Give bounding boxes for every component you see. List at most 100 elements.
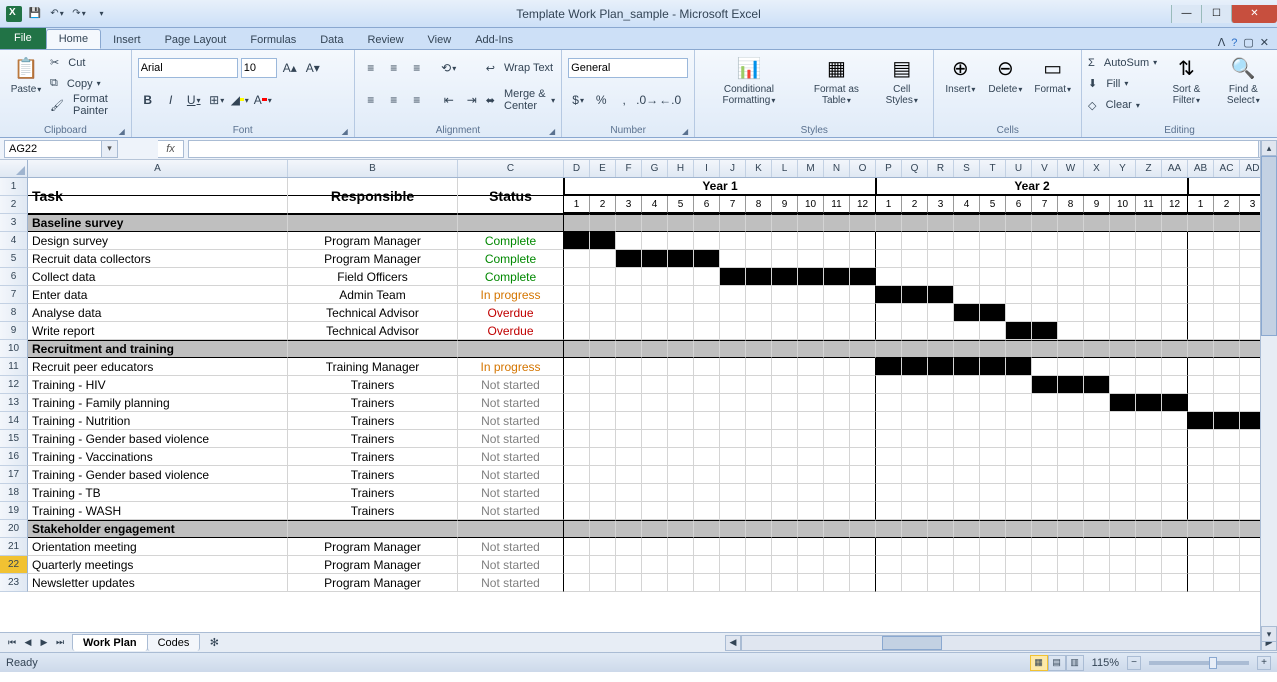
task-cell[interactable]: Training - Gender based violence <box>28 466 288 484</box>
hscroll-thumb[interactable] <box>882 636 942 650</box>
minimize-ribbon-icon[interactable]: ᐱ <box>1218 36 1226 49</box>
column-header[interactable]: W <box>1058 160 1084 177</box>
gantt-cell[interactable] <box>746 286 772 304</box>
column-header[interactable]: F <box>616 160 642 177</box>
gantt-cell[interactable] <box>642 322 668 340</box>
gantt-cell[interactable] <box>694 538 720 556</box>
row-header[interactable]: 10 <box>0 340 28 358</box>
gantt-cell[interactable] <box>1032 286 1058 304</box>
vertical-scrollbar[interactable]: ▴ ▾ <box>1260 140 1277 642</box>
row-header[interactable]: 15 <box>0 430 28 448</box>
status-cell[interactable]: Not started <box>458 538 564 556</box>
gantt-cell[interactable] <box>980 268 1006 286</box>
gantt-cell[interactable] <box>798 538 824 556</box>
section-cell[interactable] <box>1214 520 1240 538</box>
gantt-cell[interactable] <box>746 430 772 448</box>
section-cell[interactable] <box>642 520 668 538</box>
gantt-cell[interactable] <box>876 304 902 322</box>
gantt-cell[interactable] <box>1162 268 1188 286</box>
responsible-cell[interactable]: Program Manager <box>288 556 458 574</box>
gantt-cell[interactable] <box>720 574 746 592</box>
gantt-cell[interactable] <box>928 484 954 502</box>
gantt-cell[interactable] <box>902 304 928 322</box>
gantt-cell[interactable] <box>798 376 824 394</box>
gantt-cell[interactable] <box>746 376 772 394</box>
column-header[interactable]: L <box>772 160 798 177</box>
section-cell[interactable] <box>616 520 642 538</box>
gantt-cell[interactable] <box>1188 556 1214 574</box>
status-cell[interactable]: Overdue <box>458 322 564 340</box>
row-header[interactable]: 13 <box>0 394 28 412</box>
gantt-cell[interactable] <box>980 538 1006 556</box>
gantt-cell[interactable] <box>1006 556 1032 574</box>
gantt-cell[interactable] <box>798 574 824 592</box>
gantt-cell[interactable] <box>1136 430 1162 448</box>
gantt-cell[interactable] <box>928 304 954 322</box>
section-cell[interactable] <box>954 214 980 232</box>
gantt-cell[interactable] <box>850 268 876 286</box>
gantt-cell[interactable] <box>1084 538 1110 556</box>
gantt-cell[interactable] <box>902 502 928 520</box>
gantt-cell[interactable] <box>1214 394 1240 412</box>
row-header[interactable]: 18 <box>0 484 28 502</box>
gantt-cell[interactable] <box>772 502 798 520</box>
gantt-cell[interactable] <box>1214 232 1240 250</box>
gantt-cell[interactable] <box>876 322 902 340</box>
gantt-cell[interactable] <box>642 538 668 556</box>
section-cell[interactable] <box>590 520 616 538</box>
gantt-cell[interactable] <box>1110 250 1136 268</box>
paste-button[interactable]: 📋 Paste▾ <box>6 52 46 97</box>
number-format-combo[interactable] <box>568 58 688 78</box>
gantt-cell[interactable] <box>1162 250 1188 268</box>
gantt-cell[interactable] <box>876 466 902 484</box>
format-cells-button[interactable]: ▭Format▾ <box>1030 52 1075 97</box>
gantt-cell[interactable] <box>1032 376 1058 394</box>
gantt-cell[interactable] <box>980 484 1006 502</box>
gantt-cell[interactable] <box>668 358 694 376</box>
gantt-cell[interactable] <box>1084 322 1110 340</box>
close-workbook-icon[interactable]: ✕ <box>1260 36 1269 49</box>
gantt-cell[interactable] <box>720 466 746 484</box>
section-cell[interactable] <box>876 520 902 538</box>
gantt-cell[interactable] <box>668 232 694 250</box>
gantt-cell[interactable] <box>902 250 928 268</box>
first-sheet-icon[interactable]: ⏮ <box>4 635 20 651</box>
section-cell[interactable] <box>1084 520 1110 538</box>
gantt-cell[interactable] <box>1136 304 1162 322</box>
gantt-cell[interactable] <box>850 448 876 466</box>
gantt-cell[interactable] <box>980 412 1006 430</box>
gantt-cell[interactable] <box>1188 502 1214 520</box>
merge-center-button[interactable]: ⬌ Merge & Center▾ <box>486 90 555 110</box>
italic-button[interactable]: I <box>161 90 181 110</box>
row-header[interactable]: 6 <box>0 268 28 286</box>
gantt-cell[interactable] <box>1188 448 1214 466</box>
gantt-cell[interactable] <box>954 286 980 304</box>
gantt-cell[interactable] <box>1032 466 1058 484</box>
gantt-cell[interactable] <box>642 358 668 376</box>
gantt-cell[interactable] <box>928 268 954 286</box>
gantt-cell[interactable] <box>694 286 720 304</box>
section-cell[interactable] <box>798 340 824 358</box>
responsible-cell[interactable]: Training Manager <box>288 358 458 376</box>
gantt-cell[interactable] <box>564 268 590 286</box>
gantt-cell[interactable] <box>1162 538 1188 556</box>
gantt-cell[interactable] <box>1214 466 1240 484</box>
gantt-cell[interactable] <box>720 430 746 448</box>
section-cell[interactable] <box>876 340 902 358</box>
gantt-cell[interactable] <box>564 430 590 448</box>
gantt-cell[interactable] <box>980 574 1006 592</box>
column-header[interactable]: H <box>668 160 694 177</box>
maximize-button[interactable]: ☐ <box>1201 5 1231 23</box>
gantt-cell[interactable] <box>1136 448 1162 466</box>
section-cell[interactable] <box>458 340 564 358</box>
section-cell[interactable] <box>772 520 798 538</box>
section-cell[interactable] <box>1136 340 1162 358</box>
row-header[interactable]: 4 <box>0 232 28 250</box>
gantt-cell[interactable] <box>798 322 824 340</box>
gantt-cell[interactable] <box>616 358 642 376</box>
borders-button[interactable]: ⊞▾ <box>207 90 227 110</box>
section-cell[interactable] <box>746 340 772 358</box>
gantt-cell[interactable] <box>1032 358 1058 376</box>
task-cell[interactable]: Training - HIV <box>28 376 288 394</box>
gantt-cell[interactable] <box>824 394 850 412</box>
